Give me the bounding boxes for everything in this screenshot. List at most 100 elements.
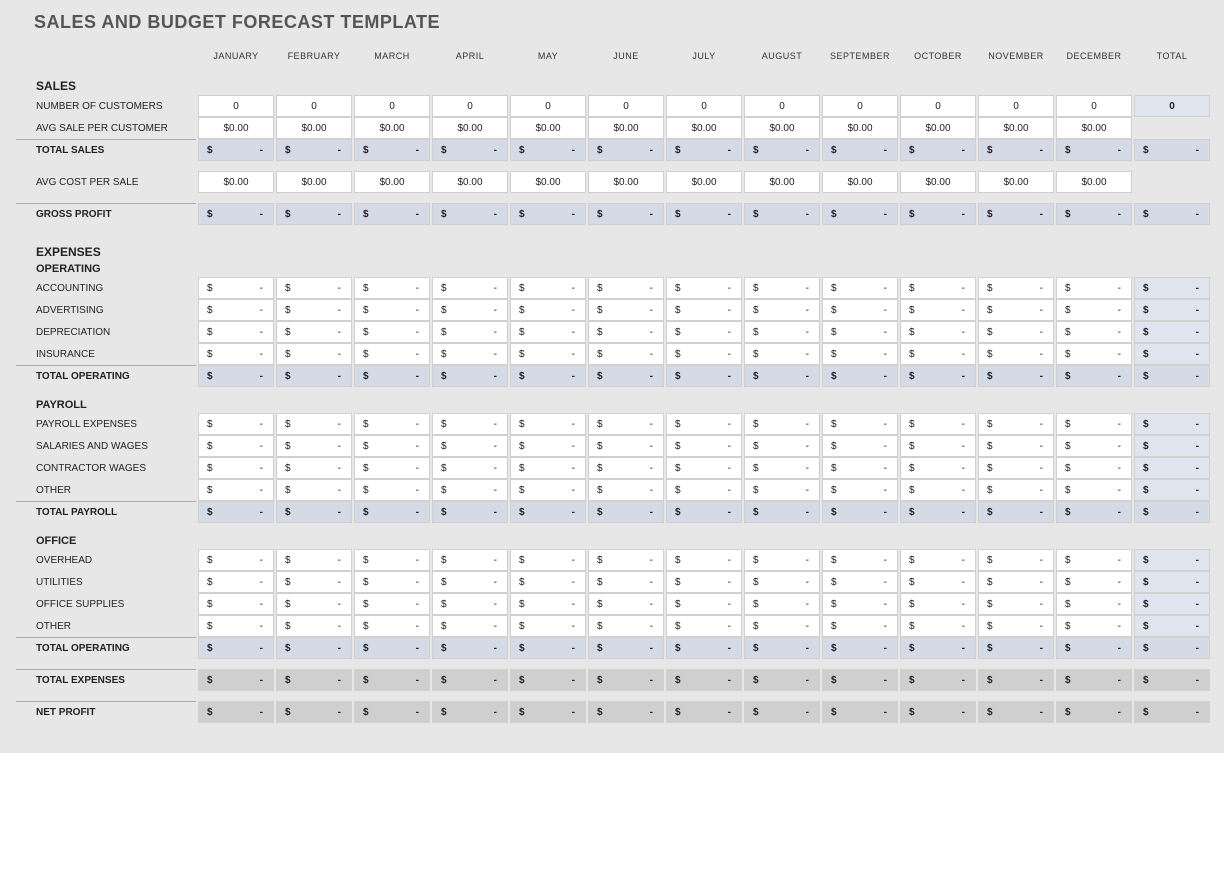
data-cell[interactable]: -	[744, 615, 820, 637]
data-cell[interactable]: 0	[1056, 95, 1132, 117]
data-cell[interactable]: 0	[510, 95, 586, 117]
data-cell[interactable]: -	[198, 571, 274, 593]
data-cell[interactable]: -	[1056, 277, 1132, 299]
data-cell[interactable]: $0.00	[666, 171, 742, 193]
data-cell[interactable]: -	[900, 321, 976, 343]
data-cell[interactable]: -	[1056, 343, 1132, 365]
data-cell[interactable]: -	[978, 457, 1054, 479]
data-cell[interactable]: -	[510, 549, 586, 571]
data-cell[interactable]: 0	[354, 95, 430, 117]
data-cell[interactable]: -	[666, 413, 742, 435]
data-cell[interactable]: -	[510, 593, 586, 615]
data-cell[interactable]: -	[354, 413, 430, 435]
data-cell[interactable]: -	[822, 549, 898, 571]
data-cell[interactable]: -	[978, 593, 1054, 615]
data-cell[interactable]: -	[354, 435, 430, 457]
data-cell[interactable]: -	[744, 277, 820, 299]
data-cell[interactable]: $0.00	[510, 171, 586, 193]
data-cell[interactable]: -	[666, 615, 742, 637]
data-cell[interactable]: -	[588, 457, 664, 479]
data-cell[interactable]: $0.00	[354, 117, 430, 139]
data-cell[interactable]: -	[1056, 299, 1132, 321]
data-cell[interactable]: -	[432, 435, 508, 457]
data-cell[interactable]: -	[666, 277, 742, 299]
data-cell[interactable]: $0.00	[276, 171, 352, 193]
data-cell[interactable]: -	[1056, 435, 1132, 457]
data-cell[interactable]: -	[1056, 615, 1132, 637]
data-cell[interactable]: -	[276, 435, 352, 457]
data-cell[interactable]: -	[510, 343, 586, 365]
data-cell[interactable]: -	[900, 299, 976, 321]
data-cell[interactable]: -	[588, 571, 664, 593]
data-cell[interactable]: -	[354, 615, 430, 637]
data-cell[interactable]: $0.00	[978, 171, 1054, 193]
data-cell[interactable]: 0	[432, 95, 508, 117]
data-cell[interactable]: $0.00	[1056, 171, 1132, 193]
data-cell[interactable]: -	[1056, 321, 1132, 343]
data-cell[interactable]: -	[822, 593, 898, 615]
data-cell[interactable]: $0.00	[432, 171, 508, 193]
data-cell[interactable]: -	[822, 321, 898, 343]
data-cell[interactable]: $0.00	[822, 117, 898, 139]
data-cell[interactable]: -	[276, 321, 352, 343]
data-cell[interactable]: -	[354, 343, 430, 365]
data-cell[interactable]: -	[198, 435, 274, 457]
data-cell[interactable]: -	[432, 413, 508, 435]
data-cell[interactable]: -	[822, 343, 898, 365]
data-cell[interactable]: -	[900, 571, 976, 593]
data-cell[interactable]: -	[510, 571, 586, 593]
data-cell[interactable]: -	[354, 593, 430, 615]
data-cell[interactable]: -	[432, 549, 508, 571]
data-cell[interactable]: -	[510, 321, 586, 343]
data-cell[interactable]: -	[1056, 549, 1132, 571]
data-cell[interactable]: $0.00	[744, 171, 820, 193]
data-cell[interactable]: -	[744, 343, 820, 365]
data-cell[interactable]: $0.00	[588, 171, 664, 193]
data-cell[interactable]: $0.00	[510, 117, 586, 139]
data-cell[interactable]: -	[198, 615, 274, 637]
data-cell[interactable]: 0	[744, 95, 820, 117]
data-cell[interactable]: -	[432, 479, 508, 501]
data-cell[interactable]: -	[1056, 479, 1132, 501]
data-cell[interactable]: $0.00	[354, 171, 430, 193]
data-cell[interactable]: -	[198, 321, 274, 343]
data-cell[interactable]: -	[900, 593, 976, 615]
data-cell[interactable]: $0.00	[978, 117, 1054, 139]
data-cell[interactable]: -	[276, 343, 352, 365]
data-cell[interactable]: -	[978, 571, 1054, 593]
data-cell[interactable]: -	[1056, 457, 1132, 479]
data-cell[interactable]: -	[510, 277, 586, 299]
data-cell[interactable]: -	[978, 479, 1054, 501]
data-cell[interactable]: -	[198, 413, 274, 435]
data-cell[interactable]: -	[276, 549, 352, 571]
data-cell[interactable]: -	[822, 615, 898, 637]
data-cell[interactable]: -	[978, 321, 1054, 343]
data-cell[interactable]: -	[744, 435, 820, 457]
data-cell[interactable]: -	[744, 571, 820, 593]
data-cell[interactable]: -	[666, 549, 742, 571]
data-cell[interactable]: -	[900, 435, 976, 457]
data-cell[interactable]: -	[900, 277, 976, 299]
data-cell[interactable]: -	[1056, 413, 1132, 435]
data-cell[interactable]: -	[822, 457, 898, 479]
data-cell[interactable]: 0	[276, 95, 352, 117]
data-cell[interactable]: -	[588, 343, 664, 365]
data-cell[interactable]: -	[744, 593, 820, 615]
data-cell[interactable]: -	[276, 615, 352, 637]
data-cell[interactable]: -	[510, 479, 586, 501]
data-cell[interactable]: -	[978, 549, 1054, 571]
data-cell[interactable]: -	[198, 549, 274, 571]
data-cell[interactable]: -	[354, 479, 430, 501]
data-cell[interactable]: -	[354, 321, 430, 343]
data-cell[interactable]: -	[978, 413, 1054, 435]
data-cell[interactable]: -	[588, 299, 664, 321]
data-cell[interactable]: -	[744, 299, 820, 321]
data-cell[interactable]: -	[198, 277, 274, 299]
data-cell[interactable]: -	[276, 277, 352, 299]
data-cell[interactable]: 0	[822, 95, 898, 117]
data-cell[interactable]: -	[900, 413, 976, 435]
data-cell[interactable]: -	[666, 479, 742, 501]
data-cell[interactable]: $0.00	[900, 117, 976, 139]
data-cell[interactable]: -	[900, 479, 976, 501]
data-cell[interactable]: -	[666, 343, 742, 365]
